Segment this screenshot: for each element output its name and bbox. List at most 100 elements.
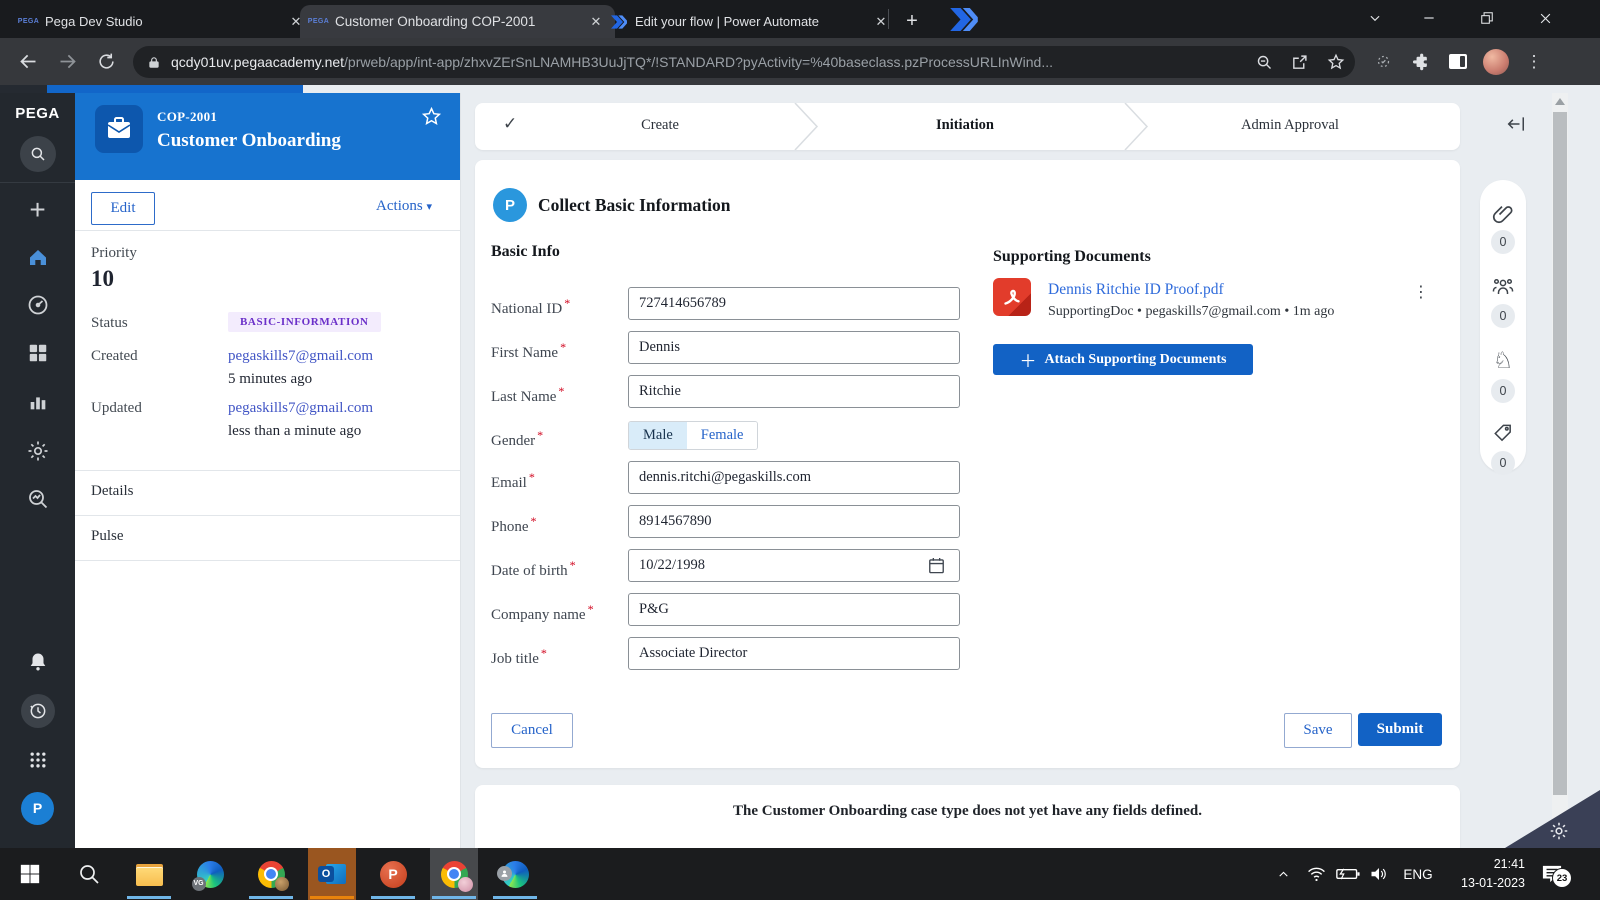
submit-button[interactable]: Submit bbox=[1358, 713, 1442, 746]
lock-icon[interactable] bbox=[147, 55, 161, 70]
attachment-menu-kebab-icon[interactable]: ⋮ bbox=[1413, 282, 1429, 301]
stakeholders-knight-icon[interactable]: ♘ bbox=[1490, 348, 1516, 374]
edge-browser-icon[interactable]: VG bbox=[186, 848, 234, 900]
supporting-documents-title: Supporting Documents bbox=[993, 248, 1151, 265]
home-icon[interactable] bbox=[0, 236, 75, 278]
attachment-file-link[interactable]: Dennis Ritchie ID Proof.pdf bbox=[1048, 281, 1224, 299]
updated-by-link[interactable]: pegaskills7@gmail.com bbox=[228, 400, 373, 417]
scrollbar-track[interactable] bbox=[1552, 93, 1568, 848]
actions-menu-button[interactable]: Actions ▾ bbox=[376, 198, 432, 215]
save-button[interactable]: Save bbox=[1284, 713, 1352, 748]
scrollbar-up-arrow[interactable] bbox=[1555, 98, 1565, 105]
user-avatar[interactable]: P bbox=[0, 787, 75, 829]
search-icon[interactable] bbox=[0, 133, 75, 175]
tab-search-chevron-icon[interactable] bbox=[1352, 0, 1398, 36]
taskbar-search-icon[interactable] bbox=[65, 848, 113, 900]
forward-button[interactable] bbox=[52, 47, 82, 77]
notifications-bell-icon[interactable] bbox=[0, 641, 75, 683]
share-icon[interactable] bbox=[1281, 54, 1317, 71]
field-label: First Name * bbox=[491, 340, 567, 361]
reload-button[interactable] bbox=[91, 47, 121, 77]
app-launcher-grid-icon[interactable] bbox=[0, 739, 75, 781]
address-bar[interactable]: qcdy01uv.pegaacademy.net/prweb/app/int-a… bbox=[133, 46, 1355, 78]
stage-admin-approval[interactable]: Admin Approval bbox=[1205, 117, 1375, 134]
last-name-input[interactable] bbox=[628, 375, 960, 408]
tab-pulse[interactable]: Pulse bbox=[91, 528, 124, 545]
clock[interactable]: 21:41 13-01-2023 bbox=[1443, 848, 1525, 900]
cancel-button[interactable]: Cancel bbox=[491, 713, 573, 748]
tab-power-automate[interactable]: Edit your flow | Power Automate ✕ bbox=[600, 5, 900, 38]
company-name-input[interactable] bbox=[628, 593, 960, 626]
powerpoint-icon[interactable]: P bbox=[369, 848, 417, 900]
chrome-browser-active-icon[interactable] bbox=[430, 848, 478, 900]
dashboard-gauge-icon[interactable] bbox=[0, 284, 75, 326]
followers-people-icon[interactable] bbox=[1490, 275, 1516, 299]
browser-menu-kebab-icon[interactable]: ⋮ bbox=[1519, 47, 1549, 77]
required-asterisk: * bbox=[540, 646, 547, 660]
extensions-puzzle-icon[interactable] bbox=[1405, 47, 1435, 77]
file-explorer-icon[interactable] bbox=[125, 848, 173, 900]
wifi-icon[interactable] bbox=[1301, 848, 1331, 900]
priority-label: Priority bbox=[91, 245, 137, 261]
page-loading-bar bbox=[47, 85, 303, 93]
overlay-gear-icon[interactable] bbox=[1548, 820, 1570, 842]
collapse-panel-icon[interactable] bbox=[1502, 111, 1532, 137]
gender-male-button[interactable]: Male bbox=[629, 422, 687, 449]
tab-customer-onboarding[interactable]: PEGA Customer Onboarding COP-2001 ✕ bbox=[300, 5, 615, 38]
field-label: Phone * bbox=[491, 514, 537, 535]
volume-icon[interactable] bbox=[1364, 848, 1394, 900]
recents-history-icon[interactable] bbox=[0, 690, 75, 732]
new-tab-button[interactable]: + bbox=[898, 7, 926, 35]
job-title-input[interactable] bbox=[628, 637, 960, 670]
outlook-icon[interactable]: O bbox=[308, 848, 356, 900]
scrollbar-thumb[interactable] bbox=[1553, 112, 1567, 795]
stage-bar: ✓ Create Initiation Admin Approval bbox=[475, 103, 1460, 150]
profile-avatar[interactable] bbox=[1481, 47, 1511, 77]
tab-pega-dev-studio[interactable]: PEGA Pega Dev Studio ✕ bbox=[10, 5, 315, 38]
stage-initiation[interactable]: Initiation bbox=[885, 117, 1045, 134]
start-button[interactable] bbox=[6, 848, 54, 900]
email-input[interactable] bbox=[628, 461, 960, 494]
workspaces-grid-icon[interactable] bbox=[0, 332, 75, 374]
window-restore-button[interactable] bbox=[1464, 0, 1510, 36]
insights-search-icon[interactable] bbox=[0, 478, 75, 520]
favorite-star-icon[interactable] bbox=[421, 106, 442, 127]
tags-icon[interactable] bbox=[1491, 422, 1514, 445]
gender-female-button[interactable]: Female bbox=[686, 422, 758, 449]
attachments-paperclip-icon[interactable] bbox=[1491, 202, 1515, 226]
edit-button[interactable]: Edit bbox=[91, 192, 155, 225]
case-header: COP-2001 Customer Onboarding bbox=[75, 93, 460, 180]
window-close-button[interactable] bbox=[1522, 0, 1568, 36]
zoom-out-icon[interactable] bbox=[1247, 54, 1281, 71]
create-plus-icon[interactable]: + bbox=[0, 189, 75, 231]
field-label: Gender * bbox=[491, 428, 544, 449]
side-panel-icon[interactable] bbox=[1443, 47, 1473, 77]
plus-icon: ＋ bbox=[1019, 352, 1037, 371]
national-id-input[interactable] bbox=[628, 287, 960, 320]
battery-icon[interactable] bbox=[1332, 848, 1364, 900]
tab-details[interactable]: Details bbox=[91, 483, 134, 500]
bookmark-star-icon[interactable] bbox=[1317, 53, 1355, 71]
case-summary-panel: COP-2001 Customer Onboarding Edit Action… bbox=[75, 93, 461, 848]
action-center-icon[interactable]: 23 bbox=[1530, 848, 1576, 900]
profile-sync-icon[interactable] bbox=[1368, 47, 1398, 77]
edge-browser-profile-icon[interactable] bbox=[491, 848, 539, 900]
calendar-icon[interactable] bbox=[927, 556, 946, 575]
tray-chevron-up-icon[interactable] bbox=[1268, 848, 1298, 900]
back-button[interactable] bbox=[13, 47, 43, 77]
phone-input[interactable] bbox=[628, 505, 960, 538]
attach-documents-button[interactable]: ＋ Attach Supporting Documents bbox=[993, 344, 1253, 375]
date-of-birth-input[interactable] bbox=[628, 549, 960, 582]
first-name-input[interactable] bbox=[628, 331, 960, 364]
tab-separator bbox=[888, 9, 889, 29]
stage-create[interactable]: Create bbox=[585, 117, 735, 134]
chrome-browser-icon[interactable] bbox=[247, 848, 295, 900]
reports-bar-chart-icon[interactable] bbox=[0, 381, 75, 423]
power-automate-pinned-icon[interactable] bbox=[947, 8, 981, 31]
settings-gear-icon[interactable] bbox=[0, 430, 75, 472]
created-by-link[interactable]: pegaskills7@gmail.com bbox=[228, 348, 373, 365]
language-indicator[interactable]: ENG bbox=[1398, 848, 1438, 900]
pega-logo: PEGA bbox=[15, 104, 60, 122]
briefcase-icon bbox=[95, 105, 143, 153]
window-minimize-button[interactable] bbox=[1406, 0, 1452, 36]
